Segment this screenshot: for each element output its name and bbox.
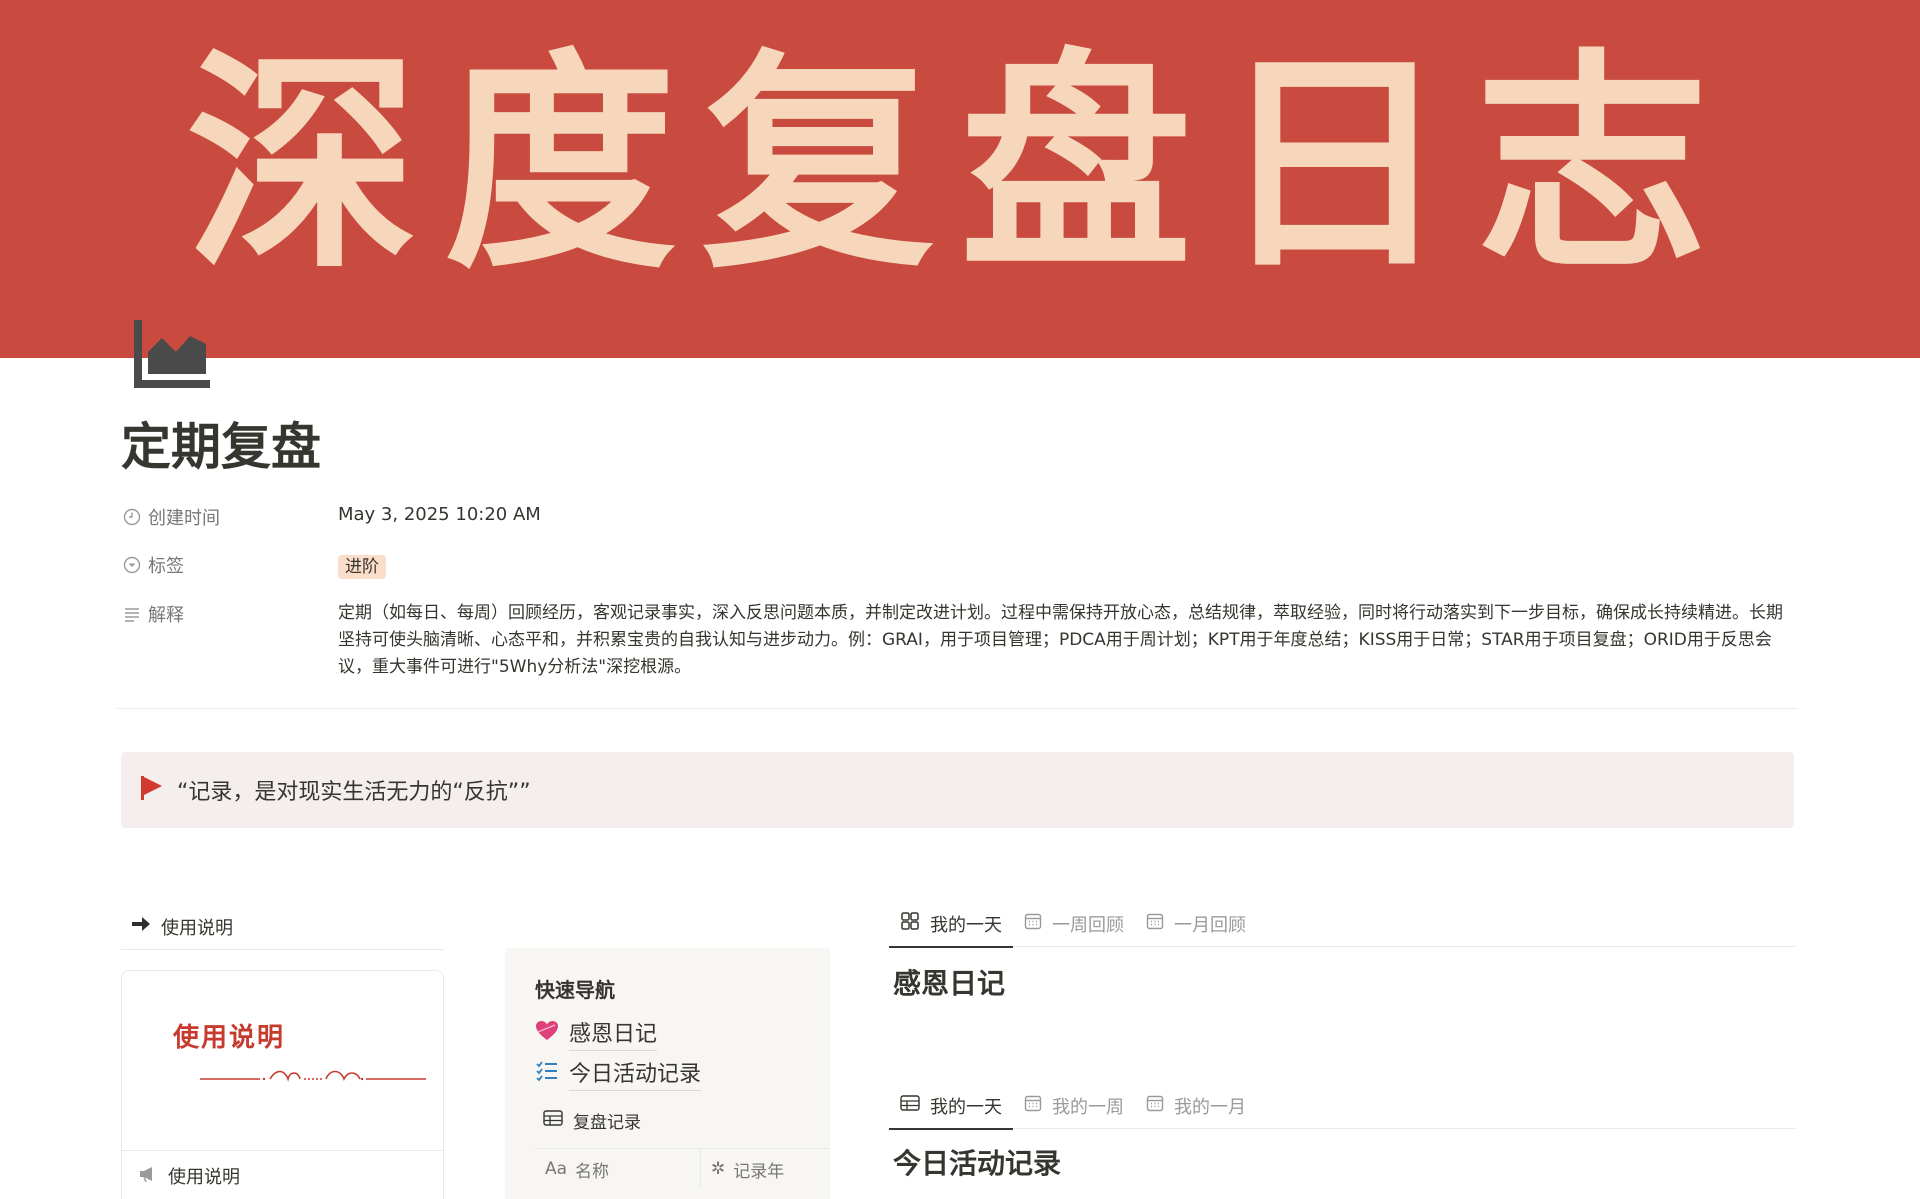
card-cover-text: 使用说明 xyxy=(173,1023,286,1053)
db-view-label: 复盘记录 xyxy=(573,1113,641,1133)
tab-label: 一月回顾 xyxy=(1174,914,1246,936)
property-label: 标签 xyxy=(148,556,184,577)
arrow-right-icon xyxy=(131,916,151,937)
calendar-icon xyxy=(1024,1094,1042,1117)
quote-callout[interactable]: “记录，是对现实生活无力的“反抗”” xyxy=(121,752,1794,828)
page-title[interactable]: 定期复盘 xyxy=(121,412,321,482)
calendar-icon xyxy=(1146,1094,1164,1117)
tab-my-week[interactable]: 我的一周 xyxy=(1013,1083,1135,1129)
view-tabs-activity: 我的一天 我的一周 我的一月 xyxy=(889,1083,1795,1130)
megaphone-icon xyxy=(138,1165,158,1188)
tags-value[interactable]: 进阶 xyxy=(338,552,386,579)
tab-my-month[interactable]: 我的一月 xyxy=(1135,1083,1257,1129)
db-column-label: 记录年 xyxy=(733,1161,785,1182)
calendar-icon xyxy=(1146,912,1164,935)
tab-label: 我的一周 xyxy=(1052,1096,1124,1118)
property-label: 创建时间 xyxy=(148,508,220,529)
tab-label: 我的一天 xyxy=(930,914,1002,936)
checklist-icon xyxy=(535,1059,559,1089)
tab-label: 我的一月 xyxy=(1174,1096,1246,1118)
text-lines-icon xyxy=(122,604,142,624)
gallery-icon xyxy=(900,911,920,936)
usage-toggle[interactable]: 使用说明 xyxy=(121,904,444,950)
section-title-activity[interactable]: 今日活动记录 xyxy=(893,1142,1061,1182)
nav-link-label: 感恩日记 xyxy=(569,1016,658,1051)
clock-icon xyxy=(122,507,142,527)
callout-text: “记录，是对现实生活无力的“反抗”” xyxy=(177,780,531,805)
notes-value[interactable]: 定期（如每日、每周）回顾经历，客观记录事实，深入反思问题本质，并制定改进计划。过… xyxy=(338,600,1794,681)
view-tabs-gratitude: 我的一天 一周回顾 一月回顾 xyxy=(889,901,1795,948)
db-view-review-records[interactable]: 复盘记录 xyxy=(543,1108,641,1133)
nav-link-label: 今日活动记录 xyxy=(569,1056,702,1091)
table-icon xyxy=(900,1095,920,1116)
tag-badge[interactable]: 进阶 xyxy=(338,555,386,579)
area-chart-icon[interactable] xyxy=(130,318,212,390)
tab-month-review[interactable]: 一月回顾 xyxy=(1135,901,1257,947)
card-caption[interactable]: 使用说明 xyxy=(122,1151,443,1199)
quick-nav-title: 快速导航 xyxy=(535,978,615,1002)
cover-title: 深度复盘日志 xyxy=(185,30,1734,300)
db-column-name[interactable]: Aa 名称 xyxy=(535,1149,700,1189)
db-column-label: 名称 xyxy=(575,1161,610,1182)
tab-my-day[interactable]: 我的一天 xyxy=(889,901,1013,948)
usage-card[interactable]: 使用说明 使用说明 xyxy=(121,970,444,1199)
card-caption-text: 使用说明 xyxy=(168,1167,240,1188)
property-label: 解释 xyxy=(148,605,184,626)
tab-week-review[interactable]: 一周回顾 xyxy=(1013,901,1135,947)
db-column-year[interactable]: ✲ 记录年 xyxy=(700,1149,830,1189)
tab-my-day[interactable]: 我的一天 xyxy=(889,1083,1013,1130)
tab-label: 我的一天 xyxy=(930,1096,1002,1118)
heart-icon xyxy=(535,1020,559,1048)
text-property-icon: Aa xyxy=(545,1159,568,1179)
ornament-divider-icon xyxy=(200,1070,426,1082)
divider xyxy=(117,708,1797,709)
card-cover: 使用说明 xyxy=(122,971,443,1151)
select-icon xyxy=(122,555,142,575)
quick-nav-panel: 快速导航 感恩日记 今日活动记录 复盘记录 Aa 名称 ✲ 记录年 xyxy=(505,948,830,1199)
toggle-label: 使用说明 xyxy=(161,917,233,939)
nav-link-activity[interactable]: 今日活动记录 xyxy=(535,1056,702,1091)
page-cover: 深度复盘日志 xyxy=(0,0,1920,358)
nav-link-gratitude[interactable]: 感恩日记 xyxy=(535,1016,658,1051)
calendar-icon xyxy=(1024,912,1042,935)
property-created-label[interactable]: 创建时间 xyxy=(122,504,220,530)
table-icon xyxy=(543,1110,563,1131)
section-title-gratitude[interactable]: 感恩日记 xyxy=(893,962,1005,1002)
property-tags-label[interactable]: 标签 xyxy=(122,552,184,578)
property-notes-label[interactable]: 解释 xyxy=(122,601,184,627)
created-time-value[interactable]: May 3, 2025 10:20 AM xyxy=(338,504,541,525)
red-flag-icon xyxy=(139,775,163,805)
tab-label: 一周回顾 xyxy=(1052,914,1124,936)
gear-property-icon: ✲ xyxy=(711,1159,726,1179)
db-header-row: Aa 名称 ✲ 记录年 xyxy=(535,1148,830,1189)
